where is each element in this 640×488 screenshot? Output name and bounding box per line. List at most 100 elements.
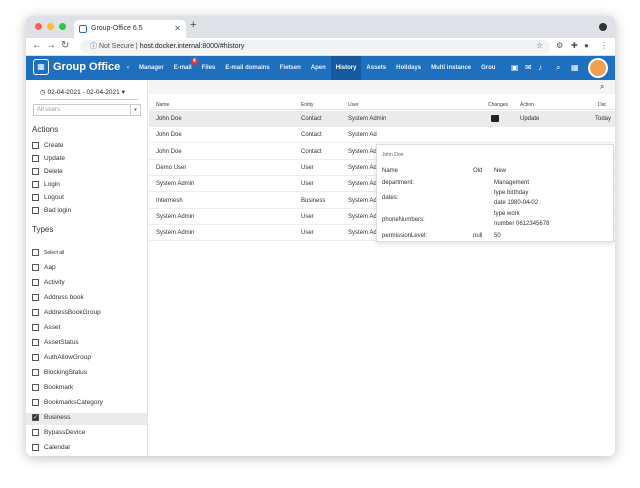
forward-icon[interactable]: → — [46, 40, 56, 51]
action-bad-login-checkbox[interactable]: Bad login — [32, 206, 142, 218]
checkbox-icon — [32, 368, 39, 376]
checkbox-label: Logout — [44, 194, 64, 201]
checkbox-icon — [32, 323, 39, 331]
changes-tooltip: John Doe Name Old New department: Manage… — [376, 144, 614, 242]
type-label: Address book — [44, 294, 84, 301]
tab-groups[interactable]: Grou — [476, 56, 500, 80]
type-checkbox[interactable]: AddressBookGroup — [32, 308, 142, 320]
checkbox-icon — [32, 206, 39, 214]
date-range-picker[interactable]: ◷ 02-04-2021 - 02-04-2021 ▾ — [40, 88, 138, 100]
action-delete-checkbox[interactable]: Delete — [32, 167, 142, 179]
close-tab-icon[interactable]: ✕ — [174, 20, 181, 38]
modules-scroll-right-icon[interactable]: › — [500, 56, 502, 80]
cell-entity: Contact — [301, 148, 322, 155]
checkbox-icon — [32, 308, 39, 316]
col-user[interactable]: User — [348, 102, 359, 108]
checkbox-icon — [32, 141, 39, 149]
tab-fietsen[interactable]: Fietsen — [275, 56, 306, 80]
changes-icon[interactable] — [491, 115, 499, 122]
tab-strip: Group-Office 6.5 ✕ + — [26, 16, 615, 38]
tab-apen[interactable]: Apen — [306, 56, 331, 80]
tooltip-key: dates: — [382, 195, 399, 201]
type-label: AuthAllowGroup — [44, 354, 91, 361]
tab-email-domains[interactable]: E-mail domains — [220, 56, 274, 80]
cell-name: Demo User — [156, 164, 187, 171]
col-action[interactable]: Action — [520, 102, 534, 108]
apps-icon[interactable]: ▦ — [571, 63, 579, 72]
type-checkbox[interactable]: Activity — [32, 278, 142, 290]
tab-files[interactable]: Files — [197, 56, 221, 80]
type-checkbox[interactable]: Calendar — [32, 443, 142, 455]
back-icon[interactable]: ← — [32, 40, 42, 51]
type-checkbox[interactable]: Asset — [32, 323, 142, 335]
close-window-button[interactable] — [35, 23, 42, 30]
col-changes[interactable]: Changes — [488, 102, 508, 108]
search-icon[interactable]: ⌕ — [556, 63, 560, 73]
type-label: Bookmark — [44, 384, 74, 391]
cell-user: System Ad — [348, 197, 377, 204]
tab-holidays[interactable]: Holidays — [391, 56, 426, 80]
checkbox-icon — [32, 263, 39, 271]
col-date[interactable]: Dat — [598, 102, 606, 108]
user-filter-dropdown-icon[interactable]: ▾ — [130, 105, 140, 115]
type-checkbox[interactable]: BlockingStatus — [32, 368, 142, 380]
favicon-icon — [79, 25, 87, 33]
action-logout-checkbox[interactable]: Logout — [32, 193, 142, 205]
type-label: AddressBookGroup — [44, 309, 101, 316]
cell-name: John Doe — [156, 148, 182, 155]
extension-icon[interactable]: ⚙ — [556, 41, 563, 50]
type-checkbox[interactable]: Select all — [32, 248, 142, 260]
type-label: AssetStatus — [44, 339, 79, 346]
table-row[interactable]: John Doe Contact System Admin Update Today — [149, 111, 615, 127]
mail-icon[interactable]: ✉ — [525, 63, 532, 72]
reload-icon[interactable]: ↻ — [61, 40, 69, 51]
kebab-menu-icon[interactable]: ⋮ — [600, 41, 608, 50]
tab-multi-instance[interactable]: Multi instance — [426, 56, 476, 80]
grid-toolbar: ⌕ — [149, 80, 615, 94]
apps-grid-icon[interactable]: ▦ — [33, 59, 49, 75]
address-bar: ← → ↻ ⓘ Not Secure | host.docker.interna… — [26, 38, 615, 56]
type-checkbox[interactable]: AuthAllowGroup — [32, 353, 142, 365]
action-login-checkbox[interactable]: Login — [32, 180, 142, 192]
type-checkbox[interactable]: Aap — [32, 263, 142, 275]
type-checkbox[interactable]: BypassDevice — [32, 428, 142, 440]
type-label: Calendar — [44, 444, 71, 451]
type-label: Business — [44, 414, 71, 421]
browser-menu-dot-icon[interactable] — [599, 23, 607, 31]
action-create-checkbox[interactable]: Create — [32, 141, 142, 153]
type-checkbox[interactable]: Bookmark — [32, 383, 142, 395]
modules-scroll-left-icon[interactable]: ‹ — [122, 56, 134, 80]
type-checkbox[interactable]: AssetStatus — [32, 338, 142, 350]
grid-search-icon[interactable]: ⌕ — [600, 82, 604, 92]
table-row[interactable]: John Doe Contact System Ad — [149, 127, 615, 144]
type-checkbox[interactable]: ✓ Business — [26, 413, 147, 425]
tab-email[interactable]: E-mail 4 — [169, 56, 198, 80]
user-filter-combo[interactable]: All users ▾ — [33, 104, 141, 116]
user-filter-placeholder: All users — [37, 107, 61, 113]
tab-history[interactable]: History — [330, 56, 362, 80]
tooltip-title: John Doe — [382, 152, 404, 158]
tooltip-new-value: 50 — [494, 233, 501, 239]
action-update-checkbox[interactable]: Update — [32, 154, 142, 166]
profile-icon[interactable]: ● — [584, 41, 589, 50]
avatar[interactable] — [588, 58, 608, 78]
col-name[interactable]: Name — [156, 102, 169, 108]
chat-icon[interactable]: ▣ — [511, 63, 519, 72]
url-field[interactable]: ⓘ Not Secure | host.docker.internal:8000… — [80, 40, 550, 54]
type-checkbox[interactable]: Address book — [32, 293, 142, 305]
cell-entity: Contact — [301, 116, 322, 122]
minimize-window-button[interactable] — [47, 23, 54, 30]
puzzle-icon[interactable]: ✚ — [571, 41, 578, 50]
bookmark-star-icon[interactable]: ☆ — [536, 41, 543, 50]
type-checkbox[interactable]: BookmarksCategory — [32, 398, 142, 410]
clock-icon: ◷ — [40, 89, 46, 96]
browser-tab[interactable]: Group-Office 6.5 ✕ — [74, 20, 186, 38]
maximize-window-button[interactable] — [59, 23, 66, 30]
cell-user: System Admin — [348, 116, 387, 122]
tab-manager[interactable]: Manager — [134, 56, 169, 80]
new-tab-button[interactable]: + — [190, 19, 196, 31]
tab-assets[interactable]: Assets — [361, 56, 391, 80]
col-entity[interactable]: Entity — [301, 102, 314, 108]
checkbox-icon — [32, 167, 39, 175]
notifications-icon[interactable]: ♪ — [538, 63, 542, 72]
